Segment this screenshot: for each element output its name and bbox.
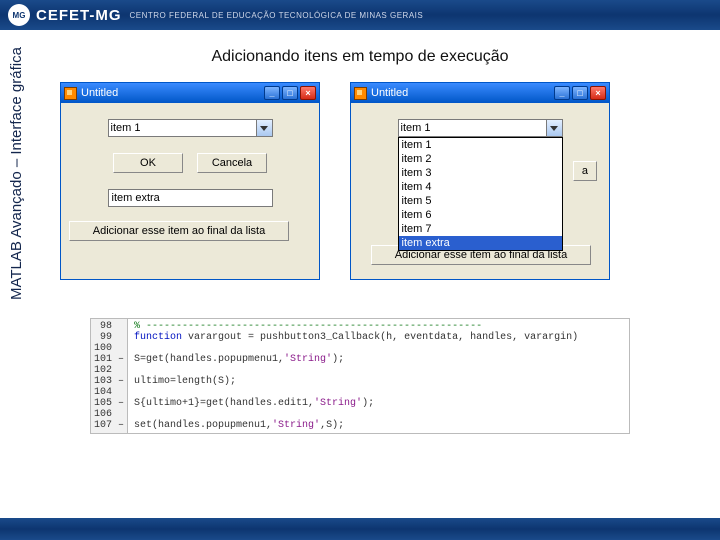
dropdown-selected-value: item 1 <box>401 122 431 134</box>
dropdown-option[interactable]: item 7 <box>399 222 562 236</box>
window-title: Untitled <box>81 87 118 99</box>
dropdown-option[interactable]: item 6 <box>399 208 562 222</box>
item-dropdown[interactable]: item 1 <box>108 119 273 137</box>
slide-footer <box>0 518 720 540</box>
titlebar[interactable]: Untitled _ □ × <box>351 83 609 103</box>
page-title: Adicionando itens em tempo de execução <box>0 48 720 66</box>
close-button[interactable]: × <box>590 86 606 100</box>
titlebar[interactable]: Untitled _ □ × <box>61 83 319 103</box>
chevron-down-icon[interactable] <box>256 120 272 136</box>
add-item-button[interactable]: Adicionar esse item ao final da lista <box>69 221 289 241</box>
dropdown-option[interactable]: item 5 <box>399 194 562 208</box>
institution-logo-icon: MG <box>8 4 30 26</box>
chevron-down-icon[interactable] <box>546 120 562 136</box>
minimize-button[interactable]: _ <box>264 86 280 100</box>
maximize-button[interactable]: □ <box>282 86 298 100</box>
institution-subtitle: CENTRO FEDERAL DE EDUCAÇÃO TECNOLÓGICA D… <box>130 11 424 20</box>
institution-name: CEFET-MG <box>36 7 122 24</box>
dropdown-selected-value: item 1 <box>111 122 141 134</box>
minimize-button[interactable]: _ <box>554 86 570 100</box>
dropdown-option[interactable]: item 4 <box>399 180 562 194</box>
slide-header: MG CEFET-MG CENTRO FEDERAL DE EDUCAÇÃO T… <box>0 0 720 30</box>
line-number-gutter: 98 99 100 101 – 102 103 – 104 105 – 106 … <box>91 319 128 433</box>
dropdown-option[interactable]: item 1 <box>399 138 562 152</box>
cancel-button[interactable]: Cancela <box>197 153 267 173</box>
example-window-right: Untitled _ □ × item 1 item 1 item 2 item… <box>350 82 610 280</box>
example-window-left: Untitled _ □ × item 1 OK Cancela Adicion… <box>60 82 320 280</box>
matlab-app-icon <box>354 87 367 100</box>
ok-button[interactable]: OK <box>113 153 183 173</box>
dropdown-option[interactable]: item 2 <box>399 152 562 166</box>
matlab-code-snippet: 98 99 100 101 – 102 103 – 104 105 – 106 … <box>90 318 630 434</box>
matlab-app-icon <box>64 87 77 100</box>
item-dropdown-open[interactable]: item 1 item 1 item 2 item 3 item 4 item … <box>398 119 563 137</box>
dropdown-list[interactable]: item 1 item 2 item 3 item 4 item 5 item … <box>398 137 563 251</box>
window-title: Untitled <box>371 87 408 99</box>
dropdown-option-selected[interactable]: item extra <box>399 236 562 250</box>
extra-item-input[interactable] <box>108 189 273 207</box>
content-area: Untitled _ □ × item 1 OK Cancela Adicion… <box>60 82 700 434</box>
close-button[interactable]: × <box>300 86 316 100</box>
code-lines: % --------------------------------------… <box>128 319 584 433</box>
course-vertical-label: MATLAB Avançado – Interface gráfica <box>8 47 25 300</box>
cancel-button-obscured[interactable]: a <box>573 161 597 181</box>
dropdown-option[interactable]: item 3 <box>399 166 562 180</box>
maximize-button[interactable]: □ <box>572 86 588 100</box>
